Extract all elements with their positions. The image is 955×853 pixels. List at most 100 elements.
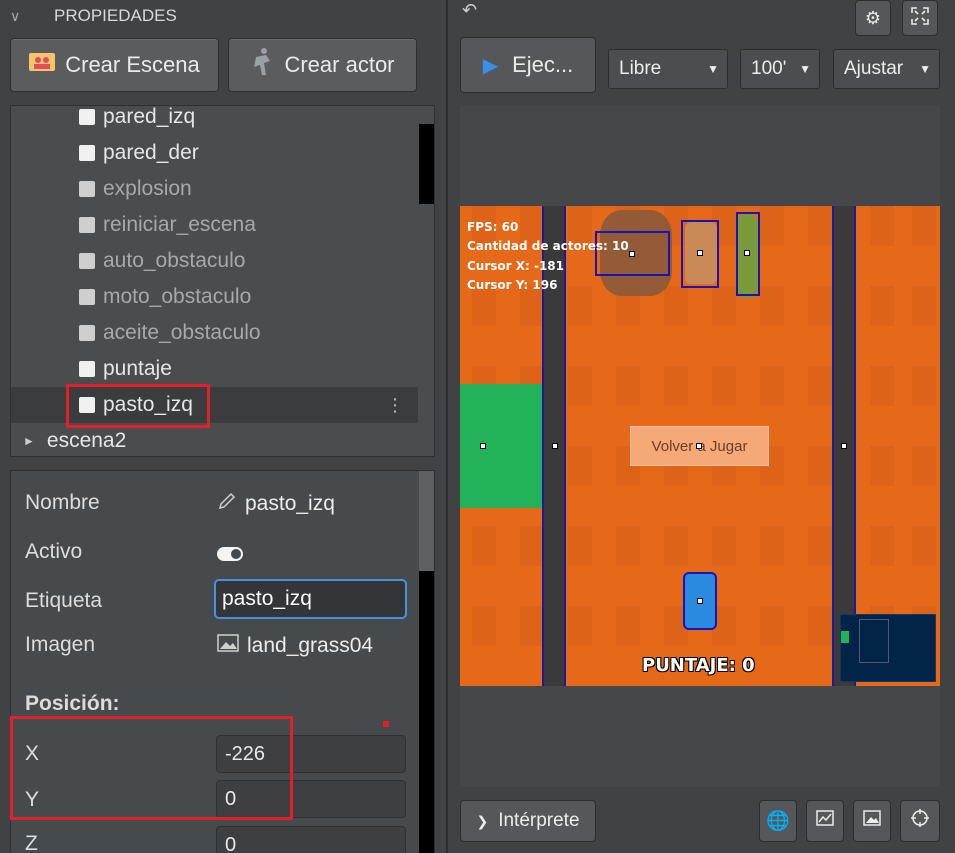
actor-handle[interactable] [696, 443, 702, 449]
highlight-tree-selection [66, 384, 210, 428]
play-icon: ▶ [482, 54, 499, 77]
toggle-switch[interactable] [217, 547, 243, 561]
image-icon [217, 633, 239, 659]
minimap-view [859, 619, 889, 663]
chevron-down-icon: ▼ [919, 62, 931, 76]
active-label: Activo [25, 540, 83, 563]
minimap-grass [841, 631, 849, 643]
tree-item-label: reiniciar_escena [103, 213, 256, 236]
image-button[interactable] [853, 800, 891, 842]
properties-header[interactable]: ∨ PROPIEDADES [10, 4, 177, 28]
fit-value: Ajustar [844, 58, 904, 79]
checkbox[interactable] [79, 325, 95, 341]
fit-select[interactable]: Ajustar ▼ [833, 49, 940, 89]
properties-scrollbar-thumb[interactable] [419, 471, 434, 571]
tree-scrollbar[interactable] [419, 124, 434, 204]
hud-cursor-y: Cursor Y: 196 [467, 278, 558, 292]
checkbox[interactable] [79, 145, 95, 161]
scene-label: escena2 [46, 429, 127, 452]
pencil-icon [217, 491, 237, 517]
checkbox[interactable] [79, 181, 95, 197]
checkbox[interactable] [79, 109, 95, 125]
tree-item-reiniciar-escena[interactable]: reiniciar_escena [11, 207, 418, 243]
actor-handle[interactable] [697, 598, 703, 604]
score-text: PUNTAJE: 0 [642, 655, 755, 676]
zoom-value: 100' [751, 58, 787, 79]
minimap [840, 614, 936, 682]
checkbox[interactable] [79, 289, 95, 305]
undo-icon[interactable]: ↶ [462, 0, 477, 21]
run-label: Ejec... [512, 52, 574, 77]
checkbox[interactable] [79, 217, 95, 233]
actor-handle[interactable] [744, 250, 750, 256]
chevron-down-icon: ∨ [10, 7, 21, 24]
gear-icon: ⚙ [864, 7, 882, 28]
zoom-select[interactable]: 100' ▼ [740, 49, 820, 89]
properties-panel: ∨ PROPIEDADES Crear Escena Crear actor p… [0, 0, 446, 853]
tree-item-moto-obstaculo[interactable]: moto_obstaculo [11, 279, 418, 315]
web-button[interactable]: 🌐 [759, 800, 797, 842]
hud-actor-count: Cantidad de actores: 10 [467, 239, 629, 253]
ground-stripe [808, 206, 832, 686]
fullscreen-button[interactable] [902, 0, 938, 36]
more-options-icon[interactable]: ⋮ [386, 395, 404, 416]
chevron-right-icon: ❯ [476, 812, 489, 829]
globe-icon: 🌐 [766, 811, 790, 832]
game-stage[interactable]: FPS: 60 Cantidad de actores: 10 Cursor X… [460, 206, 940, 686]
hud-fps: FPS: 60 [467, 220, 519, 234]
tree-item-label: puntaje [103, 357, 172, 380]
tag-input[interactable] [214, 579, 407, 619]
position-title: Posición: [25, 692, 120, 715]
tree-item-label: pared_izq [103, 105, 196, 128]
actor-handle[interactable] [480, 443, 486, 449]
tree-item-label: auto_obstaculo [103, 249, 246, 272]
active-toggle[interactable] [217, 547, 243, 561]
interpreter-button[interactable]: ❯ Intérprete [460, 800, 596, 842]
game-canvas-area[interactable]: FPS: 60 Cantidad de actores: 10 Cursor X… [460, 105, 940, 787]
properties-title: PROPIEDADES [54, 6, 177, 25]
actor-handle[interactable] [697, 250, 703, 256]
chart-icon [816, 810, 834, 832]
graph-button[interactable] [806, 800, 844, 842]
actor-icon [250, 47, 274, 83]
tree-item-label: moto_obstaculo [103, 285, 252, 308]
interpreter-label: Intérprete [498, 810, 580, 831]
run-button[interactable]: ▶ Ejec... [460, 37, 596, 93]
create-actor-button[interactable]: Crear actor [228, 38, 417, 92]
create-scene-label: Crear Escena [65, 52, 200, 77]
checkbox[interactable] [79, 361, 95, 377]
crosshair-icon [910, 808, 930, 834]
chevron-down-icon: ▼ [707, 62, 719, 76]
name-value[interactable]: pasto_izq [217, 491, 335, 517]
caret-right-icon: ► [23, 434, 35, 448]
camera-mode-select[interactable]: Libre ▼ [608, 49, 728, 89]
grass-actor[interactable] [460, 384, 544, 508]
target-button[interactable] [900, 800, 940, 842]
z-input[interactable] [216, 826, 406, 853]
image-text: land_grass04 [247, 634, 374, 657]
properties-scrollbar[interactable] [419, 571, 434, 853]
tree-item-pared-izq[interactable]: pared_izq [11, 105, 418, 135]
chevron-down-icon: ▼ [799, 62, 811, 76]
settings-button[interactable]: ⚙ [855, 0, 891, 36]
image-label: Imagen [25, 633, 96, 656]
tree-item-explosion[interactable]: explosion [11, 171, 418, 207]
tree-item-auto-obstaculo[interactable]: auto_obstaculo [11, 243, 418, 279]
ground-stripe [568, 206, 592, 686]
tree-item-pared-der[interactable]: pared_der [11, 135, 418, 171]
tree-scene-escena2[interactable]: ► escena2 [11, 423, 418, 456]
create-scene-button[interactable]: Crear Escena [10, 38, 219, 92]
actor-handle[interactable] [841, 443, 847, 449]
image-icon [863, 810, 881, 832]
checkbox[interactable] [79, 253, 95, 269]
tree-item-puntaje[interactable]: puntaje [11, 351, 418, 387]
actor-handle[interactable] [552, 443, 558, 449]
tree-item-label: explosion [103, 177, 192, 200]
actor-handle[interactable] [629, 251, 635, 257]
create-actor-label: Crear actor [284, 52, 395, 77]
tag-label: Etiqueta [25, 589, 103, 612]
tree-item-label: pared_der [103, 141, 199, 164]
image-value[interactable]: land_grass04 [217, 633, 373, 659]
tree-item-aceite-obstaculo[interactable]: aceite_obstaculo [11, 315, 418, 351]
camera-mode-value: Libre [619, 58, 662, 79]
